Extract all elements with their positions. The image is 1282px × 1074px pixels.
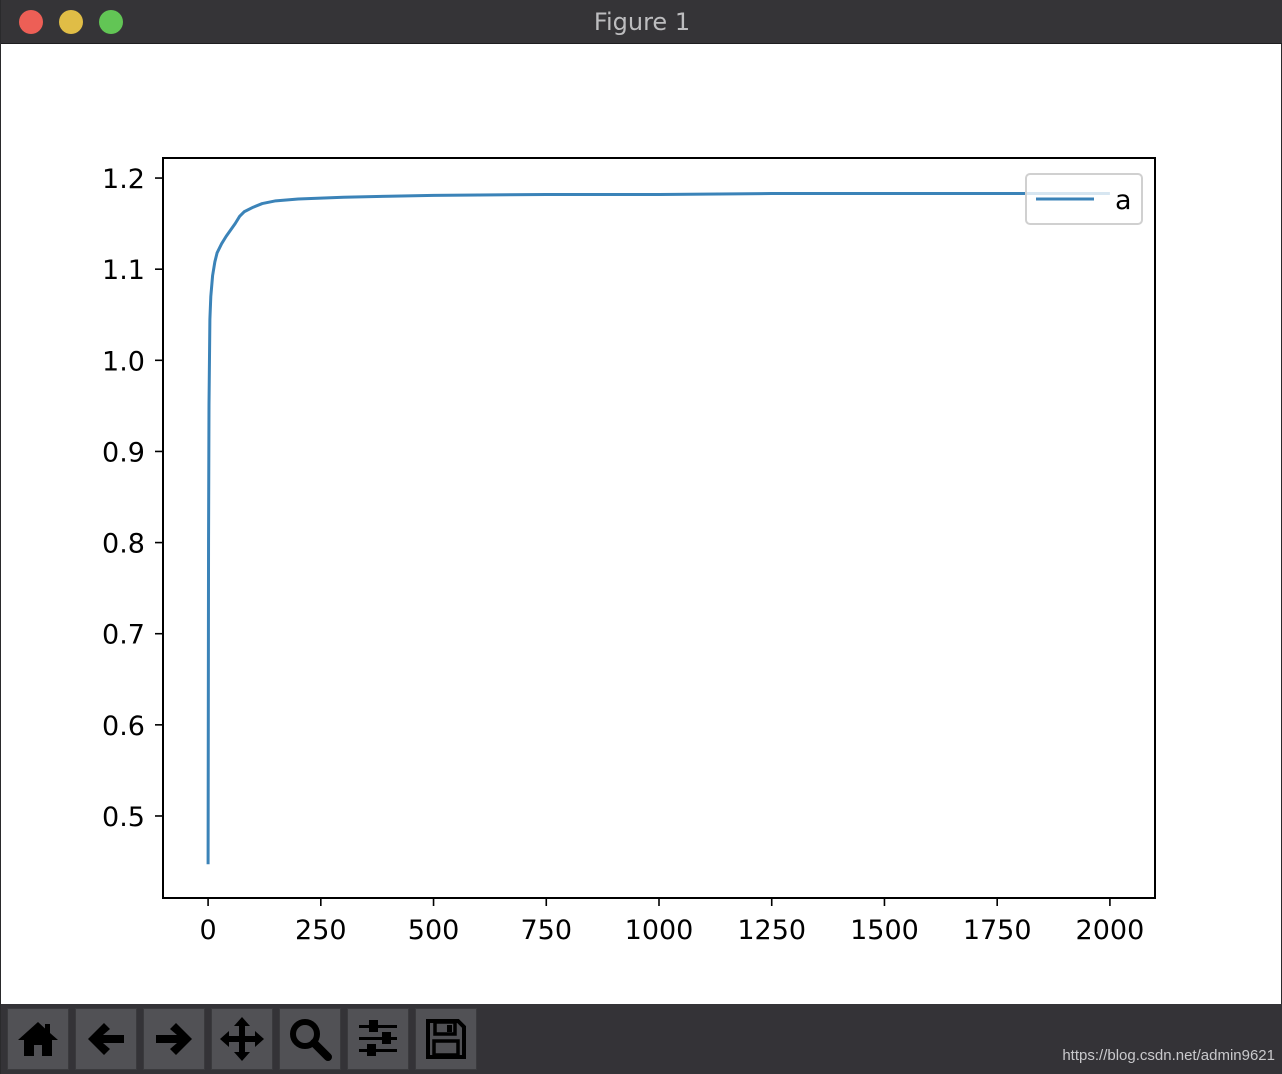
x-tick-label: 0	[199, 915, 216, 946]
watermark-text: https://blog.csdn.net/admin9621	[1062, 1047, 1275, 1064]
y-tick-label: 0.5	[102, 802, 145, 833]
plot-canvas[interactable]: 0 250 500 750 1000 1250 1500 1750 2000 0.5 0.6 0.7 0…	[2, 44, 1282, 1004]
x-tick-label: 1500	[850, 915, 919, 946]
y-tick-label: 1.1	[102, 255, 145, 286]
x-tick-label: 500	[408, 915, 460, 946]
y-tick-label: 0.6	[102, 711, 145, 742]
figure-window: Figure 1 0 250 500 750 1000 1250 1500 1750 2000 0…	[0, 0, 1282, 1074]
y-tick-label: 0.7	[102, 620, 145, 651]
window-title: Figure 1	[593, 8, 691, 36]
y-tick-label: 1.0	[102, 346, 145, 377]
pan-button[interactable]	[211, 1008, 273, 1070]
magnifier-icon	[290, 1019, 332, 1061]
back-button[interactable]	[75, 1008, 137, 1070]
title-bar[interactable]: Figure 1	[1, 0, 1282, 44]
home-button[interactable]	[7, 1008, 69, 1070]
floppy-disk-icon	[426, 1019, 466, 1059]
series-line-a	[206, 192, 1110, 865]
navigation-toolbar: https://blog.csdn.net/admin9621	[1, 1004, 1282, 1074]
x-tick-label: 750	[520, 915, 572, 946]
move-icon	[220, 1017, 264, 1061]
arrow-right-icon	[156, 1023, 192, 1055]
arrow-left-icon	[88, 1023, 124, 1055]
x-tick-label: 1250	[737, 915, 806, 946]
line-chart: 0 250 500 750 1000 1250 1500 1750 2000 0.5 0.6 0.7 0…	[102, 157, 1156, 946]
axes-frame	[162, 157, 1156, 899]
home-icon	[18, 1022, 58, 1056]
x-tick-label: 2000	[1076, 915, 1145, 946]
x-tick-label: 1000	[625, 915, 694, 946]
configure-subplots-button[interactable]	[347, 1008, 409, 1070]
zoom-button[interactable]	[279, 1008, 341, 1070]
x-tick-label: 1750	[963, 915, 1032, 946]
y-tick-label: 0.8	[102, 529, 145, 560]
forward-button[interactable]	[143, 1008, 205, 1070]
save-button[interactable]	[415, 1008, 477, 1070]
legend-label: a	[1115, 185, 1132, 216]
y-tick-label: 0.9	[102, 437, 145, 468]
x-tick-label: 250	[295, 915, 347, 946]
y-tick-label: 1.2	[102, 164, 145, 195]
sliders-icon	[359, 1020, 397, 1056]
